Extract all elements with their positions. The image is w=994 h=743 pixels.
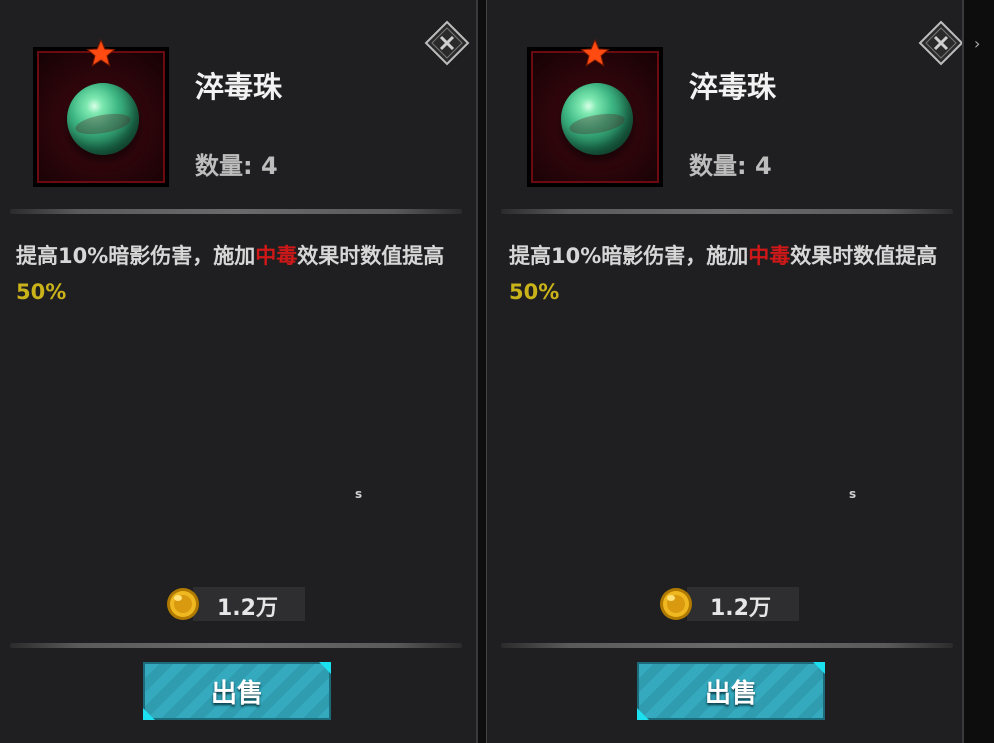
item-description: 提高10%暗影伤害，施加中毒效果时数值提高 50% [509,238,949,310]
bonus-value: 50% [16,280,67,304]
divider-top [10,209,462,214]
item-detail-panel: 淬毒珠 数量: 4 提高10%暗影伤害，施加中毒效果时数值提高 50% s 1.2… [0,0,478,743]
sell-button[interactable]: 出售 [637,662,825,720]
sell-button-label: 出售 [704,678,757,709]
poison-orb-icon [37,51,165,183]
poison-keyword: 中毒 [255,244,298,268]
tiny-label: s [355,487,363,501]
close-icon[interactable] [424,20,470,66]
coin-icon [660,588,692,620]
desc-text: 效果时数值提高 [297,244,445,268]
divider-bottom [501,643,953,648]
item-description: 提高10%暗影伤害，施加中毒效果时数值提高 50% [16,238,456,310]
item-icon-frame [33,47,169,187]
sell-button-label: 出售 [210,678,263,709]
poison-keyword: 中毒 [748,244,791,268]
price-value: 1.2万 [217,596,278,621]
close-icon[interactable] [918,20,964,66]
star-icon [86,38,116,67]
desc-text: 提高10%暗影伤害，施加 [509,244,749,268]
poison-orb-icon [531,51,659,183]
desc-text: 提高10%暗影伤害，施加 [16,244,256,268]
star-icon [580,38,610,67]
coin-icon [167,588,199,620]
divider-bottom [10,643,462,648]
price-value: 1.2万 [710,596,771,621]
tiny-label: s [849,487,857,501]
divider-top [501,209,953,214]
item-quantity: 数量: 4 [195,152,278,180]
chevron-right-icon[interactable]: › [974,34,980,53]
item-icon-frame [527,47,663,187]
item-name: 淬毒珠 [195,70,283,104]
item-name: 淬毒珠 [689,70,777,104]
item-detail-panel: 淬毒珠 数量: 4 提高10%暗影伤害，施加中毒效果时数值提高 50% s 1.2… [486,0,964,743]
desc-text: 效果时数值提高 [790,244,938,268]
sell-button[interactable]: 出售 [143,662,331,720]
item-quantity: 数量: 4 [689,152,772,180]
bonus-value: 50% [509,280,560,304]
